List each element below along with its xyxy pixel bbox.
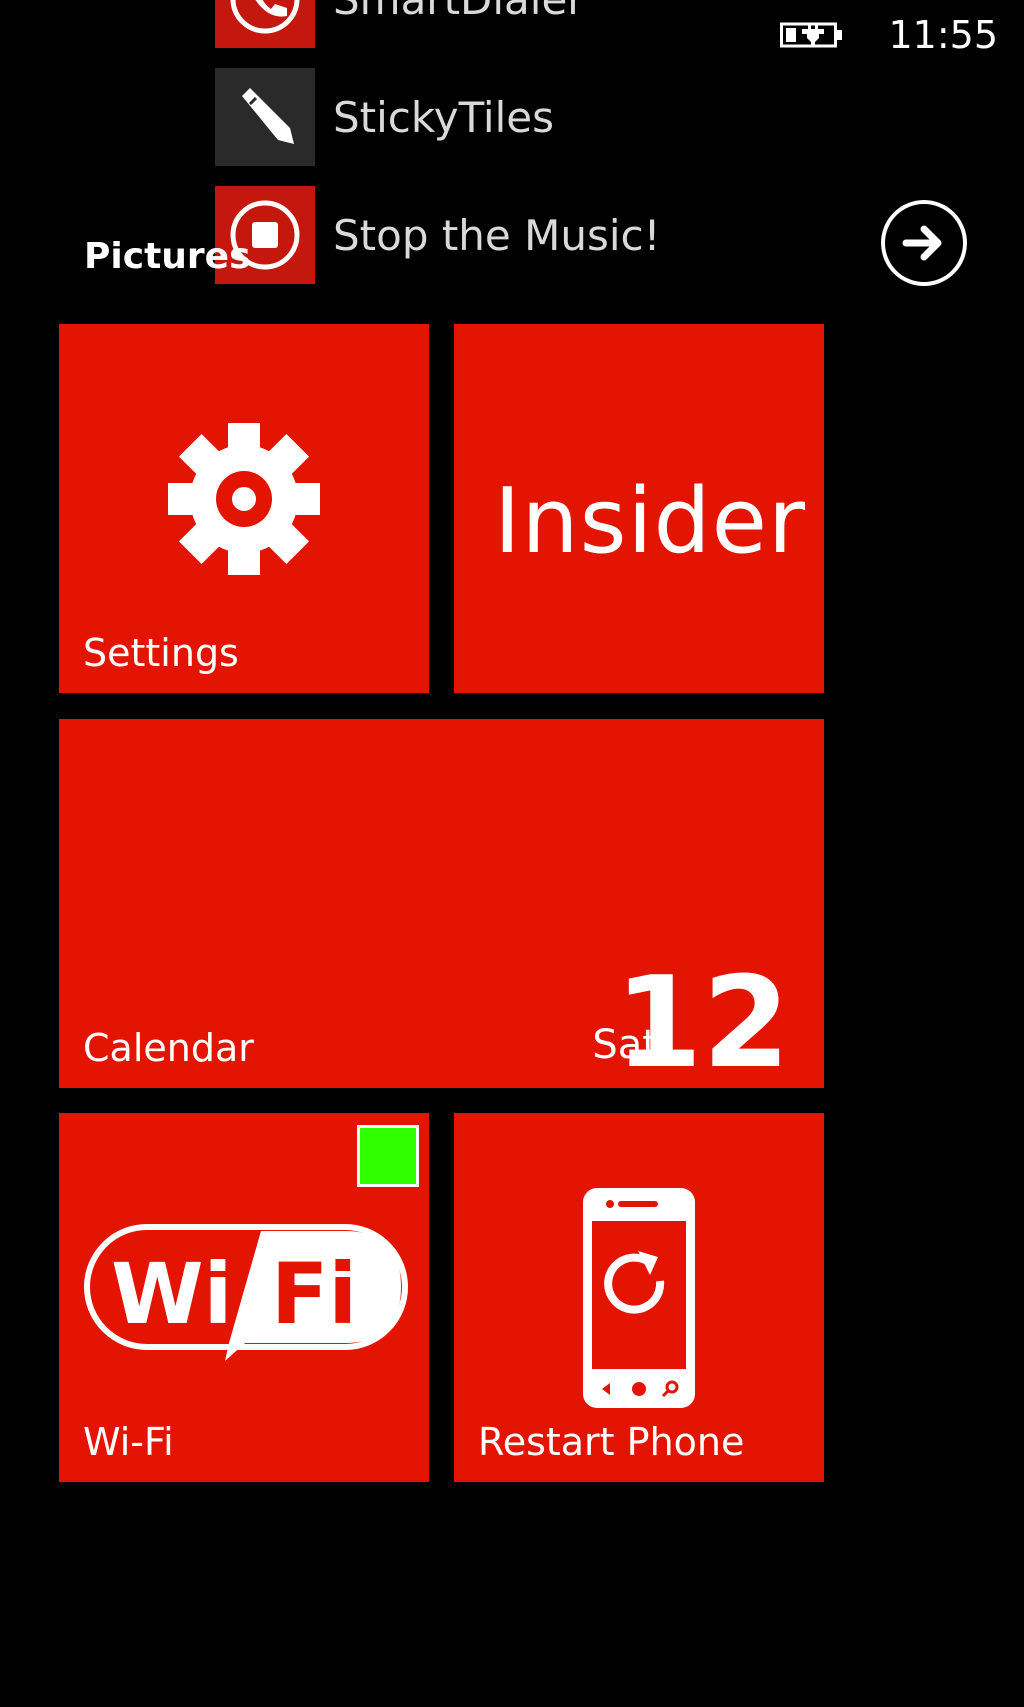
tile-text: Insider: [494, 469, 806, 574]
all-apps-button[interactable]: [881, 200, 967, 286]
tile-insider[interactable]: Insider: [454, 324, 824, 693]
tile-label: Calendar: [83, 1026, 254, 1070]
tile-restart-phone[interactable]: Restart Phone: [454, 1113, 824, 1482]
battery-charging-icon: [780, 20, 844, 50]
list-item-stickytiles[interactable]: StickyTiles: [215, 68, 660, 166]
section-title: Pictures: [84, 236, 251, 277]
svg-text:Fi: Fi: [271, 1245, 357, 1343]
status-indicator: [357, 1125, 419, 1187]
calendar-date: 12: [614, 949, 790, 1088]
gear-icon: [164, 419, 324, 583]
tile-wifi[interactable]: Wi Fi Wi-Fi: [59, 1113, 429, 1482]
arrow-right-icon: [902, 225, 942, 261]
pencil-icon: [215, 68, 315, 166]
app-list: SmartDialer StickyTiles Stop the Music!: [215, 0, 660, 304]
app-label: StickyTiles: [333, 92, 554, 142]
app-label: SmartDialer: [333, 0, 585, 24]
restart-phone-icon: [580, 1185, 698, 1415]
start-screen: 11:55 SmartDialer StickyTiles: [0, 0, 1024, 1707]
phone-dialer-icon: [215, 0, 315, 48]
wifi-logo-icon: Wi Fi: [83, 1223, 409, 1367]
tile-label: Wi-Fi: [83, 1420, 174, 1464]
app-label: Stop the Music!: [333, 210, 661, 260]
clock: 11:55: [888, 13, 998, 57]
svg-text:Wi: Wi: [111, 1245, 232, 1343]
list-item-smartdialer[interactable]: SmartDialer: [215, 0, 660, 48]
tile-calendar[interactable]: Calendar Sat 12: [59, 719, 824, 1088]
list-item-stop-the-music[interactable]: Stop the Music!: [215, 186, 660, 284]
tile-settings[interactable]: Settings: [59, 324, 429, 693]
status-bar: 11:55: [780, 10, 998, 60]
tile-label: Restart Phone: [478, 1420, 745, 1464]
tile-label: Settings: [83, 631, 239, 675]
